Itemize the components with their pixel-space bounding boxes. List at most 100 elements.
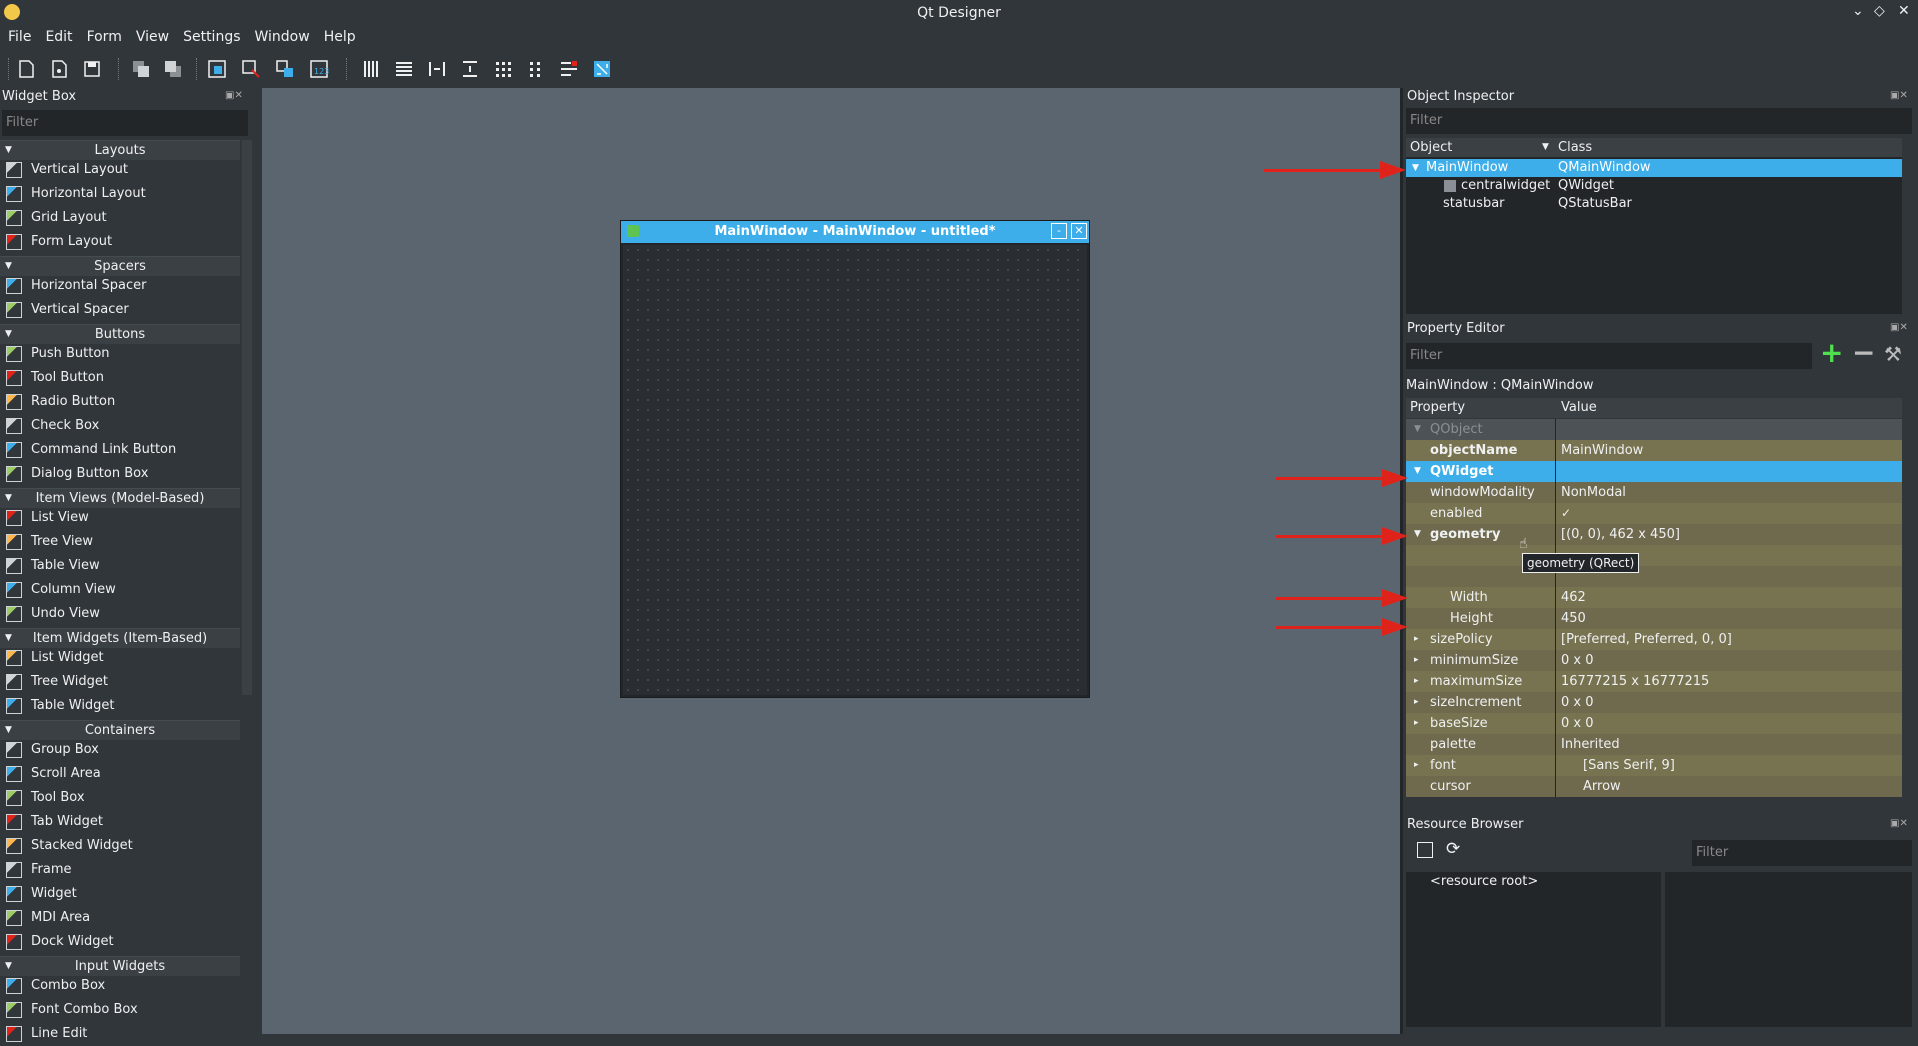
open-form-icon[interactable] — [48, 58, 70, 80]
col-class[interactable]: Class — [1558, 138, 1592, 157]
widget-box-filter[interactable]: Filter — [2, 110, 248, 136]
property-value[interactable]: NonModal — [1557, 482, 1902, 503]
property-value[interactable]: Arrow — [1557, 776, 1902, 797]
bring-to-front-icon[interactable] — [162, 58, 184, 80]
property-value[interactable]: [Preferred, Preferred, 0, 0] — [1557, 629, 1902, 650]
property-value[interactable]: 462 — [1557, 587, 1902, 608]
property-row[interactable]: Width 462 — [1406, 587, 1902, 608]
widget-item[interactable]: Tree View — [0, 530, 240, 554]
widget-item[interactable]: Radio Button — [0, 390, 240, 414]
expand-icon[interactable]: ▸ — [1414, 692, 1419, 713]
new-form-icon[interactable] — [15, 58, 37, 80]
property-value[interactable]: Inherited — [1557, 734, 1902, 755]
widget-item[interactable]: Combo Box — [0, 974, 240, 998]
widget-item[interactable]: Widget — [0, 882, 240, 906]
layout-v-splitter-icon[interactable] — [459, 58, 481, 80]
property-row[interactable]: Y — [1406, 566, 1902, 587]
layout-form-icon[interactable] — [525, 58, 547, 80]
widget-item[interactable]: Check Box — [0, 414, 240, 438]
property-row[interactable]: cursor Arrow — [1406, 776, 1902, 797]
edit-signals-icon[interactable] — [240, 58, 262, 80]
menu-window[interactable]: Window — [247, 26, 316, 45]
collapse-icon[interactable]: ▼ — [1412, 159, 1419, 177]
widget-item[interactable]: Command Link Button — [0, 438, 240, 462]
widget-item[interactable]: Stacked Widget — [0, 834, 240, 858]
form-minimize-icon[interactable]: - — [1051, 223, 1067, 239]
property-row[interactable]: X — [1406, 545, 1902, 566]
layout-vertical-icon[interactable] — [393, 58, 415, 80]
property-value[interactable] — [1557, 461, 1902, 482]
widget-item[interactable]: List View — [0, 506, 240, 530]
property-row[interactable]: sizePolicy [Preferred, Preferred, 0, 0] ▸ — [1406, 629, 1902, 650]
widget-box-scrollbar[interactable] — [242, 140, 252, 695]
collapse-icon[interactable]: ▼ — [1414, 461, 1421, 482]
property-row[interactable]: palette Inherited — [1406, 734, 1902, 755]
edit-tab-order-icon[interactable]: 123 — [308, 58, 330, 80]
edit-widgets-icon[interactable] — [206, 58, 228, 80]
property-row[interactable]: maximumSize 16777215 x 16777215 ▸ — [1406, 671, 1902, 692]
close-icon[interactable]: ✕ — [1898, 3, 1910, 19]
expand-icon[interactable]: ▸ — [1414, 671, 1419, 692]
menu-view[interactable]: View — [128, 26, 175, 45]
widget-item[interactable]: Tool Box — [0, 786, 240, 810]
property-row[interactable]: font [Sans Serif, 9] ▸ — [1406, 755, 1902, 776]
widget-item[interactable]: Table View — [0, 554, 240, 578]
widget-category[interactable]: ▼ Layouts — [0, 140, 240, 160]
form-grid-area[interactable] — [623, 245, 1087, 695]
widget-category[interactable]: ▼ Input Widgets — [0, 956, 240, 976]
property-value[interactable]: 0 x 0 — [1557, 692, 1902, 713]
widget-category[interactable]: ▼ Item Widgets (Item-Based) — [0, 628, 240, 648]
form-close-icon[interactable]: ✕ — [1071, 223, 1087, 239]
property-row[interactable]: objectName MainWindow — [1406, 440, 1902, 461]
menu-edit[interactable]: Edit — [37, 26, 78, 45]
widget-item[interactable]: Column View — [0, 578, 240, 602]
col-property[interactable]: Property — [1410, 398, 1465, 418]
save-icon[interactable] — [81, 58, 103, 80]
object-row-statusbar[interactable]: statusbar QStatusBar — [1406, 195, 1902, 213]
widget-item[interactable]: List Widget — [0, 646, 240, 670]
widget-item[interactable]: Tree Widget — [0, 670, 240, 694]
expand-icon[interactable]: ▸ — [1414, 650, 1419, 671]
edit-resources-icon[interactable] — [1417, 842, 1433, 858]
widget-item[interactable]: Vertical Spacer — [0, 298, 240, 322]
property-row[interactable]: QWidget ▼ — [1406, 461, 1902, 482]
property-row[interactable]: baseSize 0 x 0 ▸ — [1406, 713, 1902, 734]
property-value[interactable]: [Sans Serif, 9] — [1557, 755, 1902, 776]
dock-float-icon[interactable]: ▣✕ — [225, 90, 243, 101]
widget-item[interactable]: Tab Widget — [0, 810, 240, 834]
widget-item[interactable]: Horizontal Spacer — [0, 274, 240, 298]
widget-item[interactable]: Line Edit — [0, 1022, 240, 1046]
property-row[interactable]: minimumSize 0 x 0 ▸ — [1406, 650, 1902, 671]
property-value[interactable]: 0 x 0 — [1557, 713, 1902, 734]
form-window[interactable]: MainWindow - MainWindow - untitled* - ✕ — [620, 220, 1090, 698]
layout-grid-icon[interactable] — [492, 58, 514, 80]
widget-item[interactable]: Horizontal Layout — [0, 182, 240, 206]
collapse-icon[interactable]: ▼ — [1414, 419, 1421, 440]
property-value[interactable]: ✓ — [1557, 503, 1902, 524]
property-row[interactable]: QObject ▼ — [1406, 419, 1902, 440]
reload-icon[interactable]: ⟳ — [1446, 839, 1460, 859]
widget-item[interactable]: Push Button — [0, 342, 240, 366]
widget-item[interactable]: MDI Area — [0, 906, 240, 930]
widget-item[interactable]: Form Layout — [0, 230, 240, 254]
property-row[interactable]: windowModality NonModal — [1406, 482, 1902, 503]
property-value[interactable]: MainWindow — [1557, 440, 1902, 461]
menu-file[interactable]: File — [0, 26, 37, 45]
widget-item[interactable]: Table Widget — [0, 694, 240, 718]
break-layout-icon[interactable] — [558, 58, 580, 80]
expand-icon[interactable]: ▸ — [1414, 755, 1419, 776]
property-filter[interactable]: Filter — [1406, 343, 1812, 369]
widget-item[interactable]: Undo View — [0, 602, 240, 626]
property-row[interactable]: enabled ✓ — [1406, 503, 1902, 524]
collapse-icon[interactable]: ▼ — [1414, 524, 1421, 545]
widget-item[interactable]: Font Combo Box — [0, 998, 240, 1022]
property-row[interactable]: Height 450 — [1406, 608, 1902, 629]
property-value[interactable]: 0 x 0 — [1557, 650, 1902, 671]
property-value[interactable]: 450 — [1557, 608, 1902, 629]
widget-item[interactable]: Frame — [0, 858, 240, 882]
menu-help[interactable]: Help — [316, 26, 362, 45]
object-row-mainwindow[interactable]: ▼ MainWindow QMainWindow — [1406, 159, 1902, 177]
object-row-centralwidget[interactable]: centralwidget QWidget — [1406, 177, 1902, 195]
property-value[interactable]: [(0, 0), 462 x 450] — [1557, 524, 1902, 545]
property-row[interactable]: sizeIncrement 0 x 0 ▸ — [1406, 692, 1902, 713]
